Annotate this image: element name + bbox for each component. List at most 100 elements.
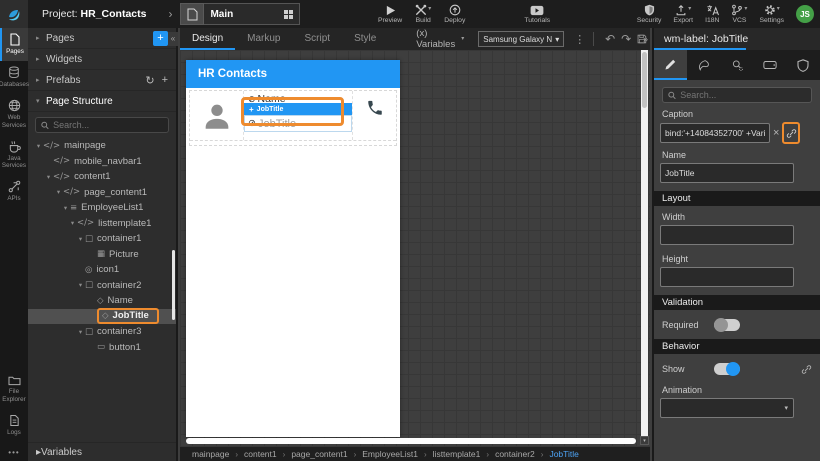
tab-security[interactable]	[787, 50, 820, 80]
container2-widget[interactable]: ⊘ Name + JobTitle ⊘ JobTitle	[241, 91, 352, 140]
show-toggle[interactable]	[714, 362, 740, 376]
chevron-down-icon[interactable]: ▾	[44, 173, 53, 181]
settings-button[interactable]: ▾ Settings	[759, 4, 784, 24]
chevron-down-icon[interactable]: ▾	[76, 328, 85, 336]
rail-item-apis[interactable]: APIs	[0, 175, 28, 208]
tree-item-name[interactable]: ◇ Name	[28, 293, 176, 309]
horizontal-scrollbar[interactable]	[186, 438, 636, 444]
section-pages[interactable]: ▸ Pages +	[28, 28, 176, 49]
refresh-icon[interactable]: ↻	[145, 74, 154, 87]
tab-markup[interactable]: Markup	[235, 28, 292, 50]
chevron-down-icon[interactable]: ▾	[76, 235, 85, 243]
section-variables[interactable]: ▸ Variables	[28, 442, 176, 461]
tree-item-container3[interactable]: ▾ □ container3	[28, 324, 176, 340]
breadcrumb-item[interactable]: mainpage	[192, 449, 229, 459]
rail-item-web-services[interactable]: Web Services	[0, 94, 28, 134]
tree-scrollbar[interactable]	[172, 250, 175, 320]
vertical-scrollbar[interactable]	[641, 50, 648, 440]
tree-item-page-content1[interactable]: ▾ </> page_content1	[28, 185, 176, 201]
export-button[interactable]: ▾ Export	[673, 4, 693, 24]
redo-icon[interactable]: ↷	[621, 32, 631, 46]
chevron-down-icon[interactable]: ▾	[68, 219, 77, 227]
wavemaker-logo[interactable]	[0, 0, 28, 28]
device-selector[interactable]: Samsung Galaxy Note III ▾	[478, 31, 565, 47]
employee-list-widget[interactable]: ⊘ Name + JobTitle ⊘ JobTitle	[189, 90, 397, 146]
height-input[interactable]	[660, 267, 794, 287]
app-header[interactable]: HR Contacts	[186, 60, 400, 88]
preview-button[interactable]: Preview	[378, 5, 402, 24]
tab-search-settings[interactable]	[720, 50, 753, 80]
bind-property-button[interactable]	[782, 122, 801, 144]
list-template-row[interactable]: ⊘ Name + JobTitle ⊘ JobTitle	[190, 91, 396, 141]
tab-device[interactable]	[754, 50, 787, 80]
breadcrumb-item[interactable]: EmployeeList1	[362, 449, 418, 459]
chevron-down-icon[interactable]: ▾	[54, 188, 63, 196]
deploy-button[interactable]: Deploy	[444, 4, 465, 24]
section-prefabs[interactable]: ▸ Prefabs ↻ +	[28, 70, 176, 91]
grid-icon[interactable]	[284, 9, 294, 19]
chevron-down-icon[interactable]: ▾	[34, 142, 43, 150]
more-options-icon[interactable]: •••	[0, 442, 28, 461]
kebab-menu-icon[interactable]: ⋮	[574, 33, 585, 46]
structure-search-input[interactable]	[53, 120, 163, 130]
breadcrumb-item[interactable]: container2	[495, 449, 535, 459]
rail-item-logs[interactable]: Logs	[0, 409, 28, 442]
caption-input[interactable]	[660, 123, 770, 143]
width-input[interactable]	[660, 225, 794, 245]
tab-style[interactable]: Style	[342, 28, 388, 50]
tab-styles[interactable]	[687, 50, 720, 80]
tab-properties[interactable]	[654, 50, 688, 80]
jobtitle-label-widget[interactable]: ⊘ JobTitle	[244, 115, 352, 132]
tree-item-listtemplate1[interactable]: ▾ </> listtemplate1	[28, 216, 176, 232]
tree-item-container2[interactable]: ▾ □ container2	[28, 278, 176, 294]
tab-design[interactable]: Design	[180, 28, 236, 50]
add-page-button[interactable]: +	[153, 30, 168, 46]
expand-panel-icon[interactable]: »	[643, 34, 648, 44]
user-avatar[interactable]: JS	[796, 5, 814, 23]
tree-item-picture[interactable]: ▦ Picture	[28, 247, 176, 263]
properties-search[interactable]	[662, 87, 812, 103]
build-button[interactable]: ▾ Build	[415, 4, 431, 24]
breadcrumb-item[interactable]: content1	[244, 449, 277, 459]
tree-item-button1[interactable]: ▭ button1	[28, 340, 176, 356]
tree-item-mainpage[interactable]: ▾ </> mainpage	[28, 138, 176, 154]
section-widgets[interactable]: ▸ Widgets	[28, 49, 176, 70]
required-toggle[interactable]	[714, 318, 740, 332]
section-page-structure[interactable]: ▾ Page Structure	[28, 91, 176, 112]
structure-search[interactable]	[35, 117, 169, 133]
rail-item-databases[interactable]: Databases	[0, 61, 29, 94]
name-input[interactable]	[660, 163, 794, 183]
properties-search-input[interactable]	[680, 90, 806, 100]
add-prefab-button[interactable]: +	[162, 74, 168, 86]
tree-item-mobile-navbar1[interactable]: </> mobile_navbar1	[28, 154, 176, 170]
design-canvas[interactable]: HR Contacts ⊘ Name + JobTitle ⊘ JobTitle…	[180, 50, 650, 447]
selected-widget-tag[interactable]: + JobTitle	[244, 103, 352, 115]
vcs-button[interactable]: ▾ VCS	[731, 4, 747, 24]
tree-item-container1[interactable]: ▾ □ container1	[28, 231, 176, 247]
breadcrumb-item-current[interactable]: JobTitle	[549, 449, 578, 459]
collapse-panel-button[interactable]: «	[168, 32, 178, 46]
breadcrumb-item[interactable]: page_content1	[291, 449, 347, 459]
breadcrumb-item[interactable]: listtemplate1	[433, 449, 481, 459]
security-button[interactable]: Security	[637, 4, 661, 24]
animation-dropdown[interactable]: ▾	[660, 398, 794, 418]
undo-icon[interactable]: ↶	[605, 32, 615, 46]
call-button-widget[interactable]	[352, 91, 396, 140]
tree-item-employeelist1[interactable]: ▾ ≡ EmployeeList1	[28, 200, 176, 216]
rail-item-pages[interactable]: Pages	[0, 28, 28, 62]
chevron-down-icon[interactable]: ▾	[76, 281, 85, 289]
picture-widget[interactable]	[190, 91, 244, 140]
chevron-down-icon[interactable]: ▾	[61, 204, 70, 212]
tutorials-button[interactable]: Tutorials	[524, 5, 550, 24]
tree-item-icon1[interactable]: ◎ icon1	[28, 262, 176, 278]
tree-item-jobtitle[interactable]: ◇ JobTitle	[28, 308, 176, 325]
rail-item-file-explorer[interactable]: File Explorer	[0, 370, 28, 408]
bind-show-button[interactable]	[801, 364, 812, 375]
i18n-button[interactable]: I18N	[705, 4, 719, 24]
clear-binding-icon[interactable]: ×	[773, 127, 779, 139]
variables-dropdown[interactable]: (x) Variables ▾	[416, 28, 464, 50]
rail-item-java-services[interactable]: Java Services	[0, 135, 28, 175]
tab-script[interactable]: Script	[293, 28, 343, 50]
tree-item-content1[interactable]: ▾ </> content1	[28, 169, 176, 185]
scroll-down-button[interactable]: ▾	[640, 436, 649, 445]
